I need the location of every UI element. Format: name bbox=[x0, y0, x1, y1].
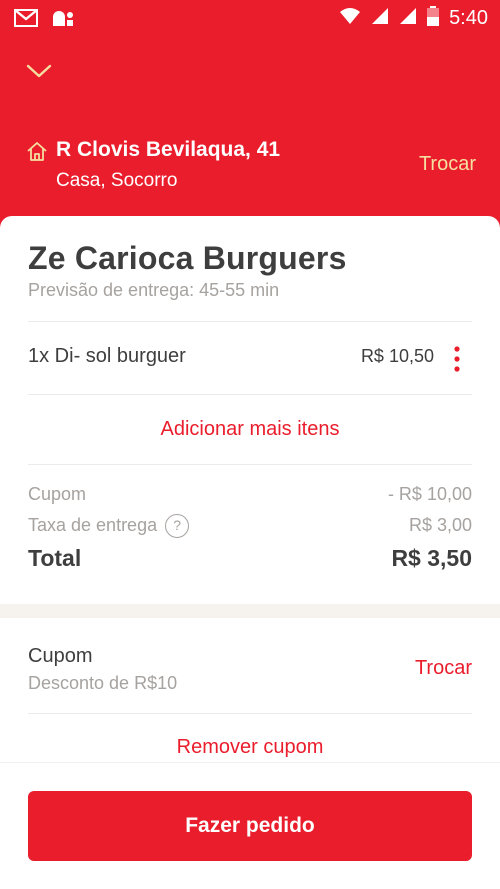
coupon-summary-label: Cupom bbox=[28, 484, 87, 504]
place-order-button[interactable]: Fazer pedido bbox=[28, 791, 472, 861]
delivery-fee-value: R$ 3,00 bbox=[408, 515, 472, 535]
total-label: Total bbox=[28, 545, 82, 571]
help-icon[interactable]: ? bbox=[165, 514, 190, 538]
address-line: R Clovis Bevilaqua, 41 bbox=[56, 138, 281, 161]
wifi-icon bbox=[339, 7, 361, 30]
restaurant-name: Ze Carioca Burguers bbox=[28, 240, 347, 276]
battery-icon bbox=[427, 6, 440, 31]
remove-coupon-link[interactable]: Remover cupom bbox=[0, 736, 500, 759]
divider bbox=[28, 394, 472, 395]
coupon-description: Desconto de R$10 bbox=[28, 673, 178, 693]
chevron-down-icon[interactable] bbox=[22, 58, 56, 82]
delivery-fee-label: Taxa de entrega bbox=[28, 514, 158, 535]
header: 5:40 R Clovis Bevilaqua, 41 Casa, Socorr… bbox=[0, 0, 500, 232]
gmail-icon bbox=[14, 9, 38, 32]
delivery-eta: Previsão de entrega: 45-55 min bbox=[28, 280, 280, 300]
item-price: R$ 10,50 bbox=[360, 346, 434, 366]
status-time: 5:40 bbox=[449, 7, 488, 29]
status-bar: 5:40 bbox=[0, 0, 500, 36]
delivery-fee-row: Taxa de entrega? bbox=[28, 514, 190, 538]
coupon-title: Cupom bbox=[28, 645, 93, 667]
delivery-address[interactable]: R Clovis Bevilaqua, 41 Casa, Socorro Tro… bbox=[26, 138, 476, 198]
divider bbox=[28, 464, 472, 465]
change-address-button[interactable]: Trocar bbox=[419, 153, 476, 176]
more-options-icon[interactable] bbox=[452, 345, 462, 373]
coupon-summary-value: - R$ 10,00 bbox=[387, 484, 472, 504]
signal-icon bbox=[399, 7, 417, 30]
divider bbox=[28, 321, 472, 322]
add-more-items-link[interactable]: Adicionar mais itens bbox=[0, 418, 500, 441]
divider bbox=[28, 713, 472, 714]
footer: Fazer pedido bbox=[0, 762, 500, 889]
notification-app-icon bbox=[50, 8, 76, 33]
item-name: 1x Di- sol burguer bbox=[28, 345, 186, 367]
cart-item[interactable]: 1x Di- sol burguer R$ 10,50 bbox=[28, 345, 472, 375]
signal-icon bbox=[371, 7, 389, 30]
section-separator bbox=[0, 604, 500, 618]
change-coupon-button[interactable]: Trocar bbox=[415, 657, 472, 680]
home-icon bbox=[26, 140, 48, 162]
address-sub: Casa, Socorro bbox=[56, 170, 178, 191]
total-value: R$ 3,50 bbox=[391, 545, 472, 571]
